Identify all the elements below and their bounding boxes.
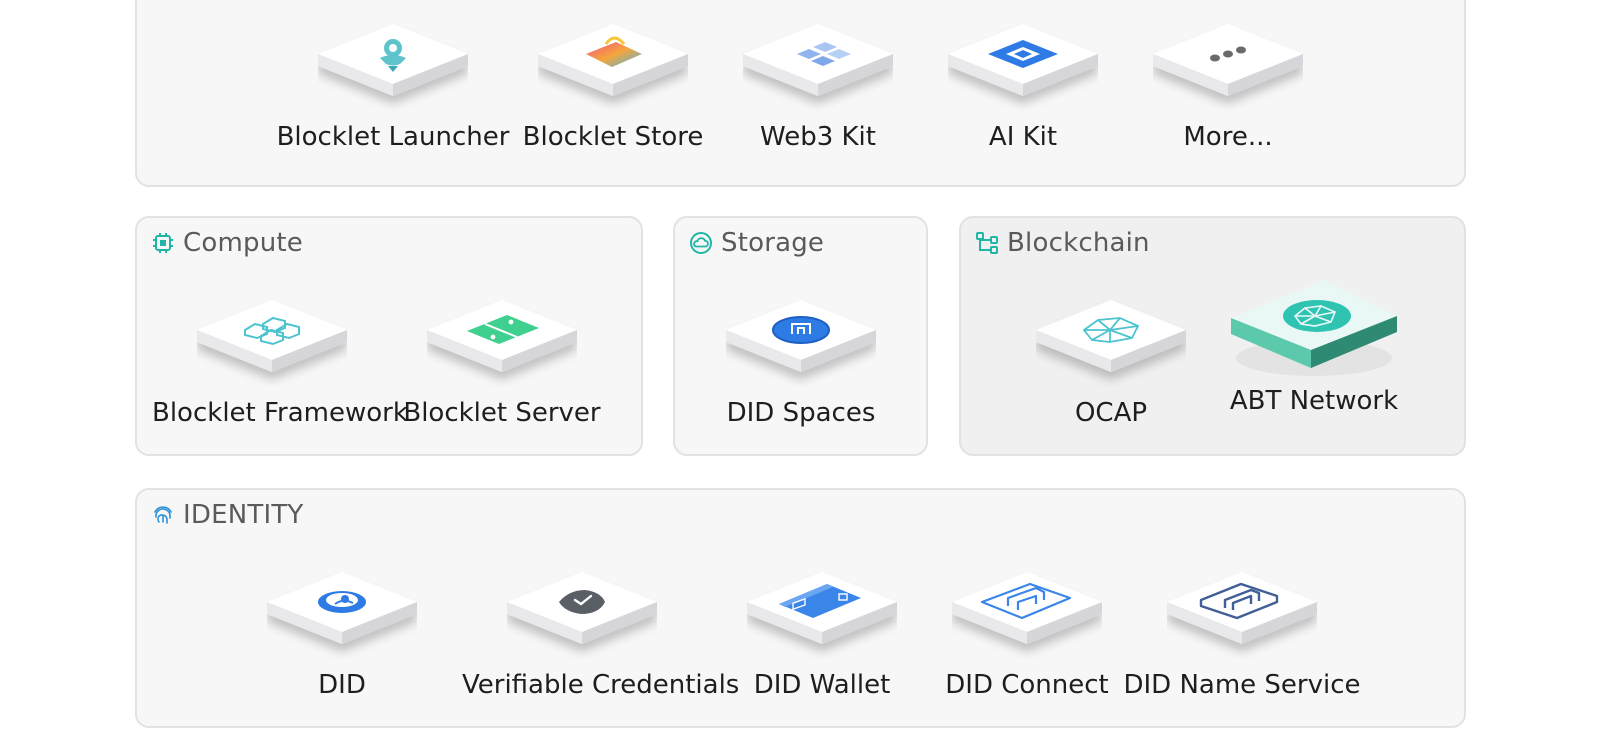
tile-verifiable-credentials[interactable]: Verifiable Credentials <box>462 572 740 700</box>
tile-label: Blocklet Store <box>522 122 704 152</box>
cloud-icon <box>690 232 712 254</box>
polyhedron-icon <box>1036 300 1186 372</box>
tile-label: DID Spaces <box>726 398 876 428</box>
tile-label: DID <box>318 670 366 700</box>
shield-check-icon <box>507 572 657 644</box>
tile-label: DID Connect <box>945 670 1109 700</box>
server-icon <box>427 300 577 372</box>
fingerprint-icon <box>154 506 172 524</box>
rocket-icon <box>318 24 468 96</box>
blocks-icon <box>743 24 893 96</box>
wallet-icon <box>747 572 897 644</box>
blockchain-header: Blockchain <box>975 228 1150 258</box>
tile-label: ABT Network <box>1229 386 1399 416</box>
compute-panel: Compute Blocklet Framework Blocklet Serv… <box>135 216 643 456</box>
tile-label: Blocklet Server <box>403 398 601 428</box>
hexagons-icon <box>197 300 347 372</box>
tile-more[interactable]: More... <box>1108 24 1348 152</box>
did-spaces-icon <box>726 300 876 372</box>
identity-panel: IDENTITY DID Verifiable Credentials DID … <box>135 488 1466 728</box>
tile-did[interactable]: DID <box>222 572 462 700</box>
tile-label: AI Kit <box>988 122 1058 152</box>
tile-label: Web3 Kit <box>760 122 876 152</box>
tile-ai-kit[interactable]: AI Kit <box>903 24 1143 152</box>
tile-blocklet-framework[interactable]: Blocklet Framework <box>152 300 408 428</box>
tile-did-spaces[interactable]: DID Spaces <box>681 300 921 428</box>
user-circle-icon <box>267 572 417 644</box>
nodes-icon <box>976 232 998 254</box>
tile-blocklet-launcher[interactable]: Blocklet Launcher <box>273 24 513 152</box>
blockchain-panel: Blockchain OCAP ABT Network <box>959 216 1466 456</box>
identity-title: IDENTITY <box>183 500 304 530</box>
tile-label: Blocklet Framework <box>152 398 408 428</box>
tile-web3-kit[interactable]: Web3 Kit <box>698 24 938 152</box>
storage-header: Storage <box>689 228 824 258</box>
tile-blocklet-store[interactable]: Blocklet Store <box>493 24 733 152</box>
apps-panel: Blocklet Launcher Blocklet Store Web3 Ki… <box>135 0 1466 187</box>
identity-header: IDENTITY <box>151 500 303 530</box>
storage-title: Storage <box>721 228 825 258</box>
tile-label: DID Wallet <box>753 670 891 700</box>
compute-header: Compute <box>151 228 303 258</box>
tile-label: Verifiable Credentials <box>462 670 740 700</box>
abt-network-icon <box>1231 280 1397 376</box>
shopping-bag-icon <box>538 24 688 96</box>
tile-abt-network[interactable]: ABT Network <box>1194 280 1434 416</box>
more-dots-icon <box>1153 24 1303 96</box>
tile-label: More... <box>1183 122 1273 152</box>
tile-did-name-service[interactable]: DID Name Service <box>1122 572 1362 700</box>
compute-title: Compute <box>183 228 303 258</box>
did-connect-icon <box>952 572 1102 644</box>
chip-icon <box>948 24 1098 96</box>
tile-label: DID Name Service <box>1123 670 1361 700</box>
blockchain-title: Blockchain <box>1007 228 1150 258</box>
tile-label: Blocklet Launcher <box>276 122 510 152</box>
storage-panel: Storage DID Spaces <box>673 216 928 456</box>
tile-did-connect[interactable]: DID Connect <box>907 572 1147 700</box>
cpu-icon <box>153 233 173 253</box>
tile-blocklet-server[interactable]: Blocklet Server <box>382 300 622 428</box>
did-name-service-icon <box>1167 572 1317 644</box>
tile-did-wallet[interactable]: DID Wallet <box>702 572 942 700</box>
